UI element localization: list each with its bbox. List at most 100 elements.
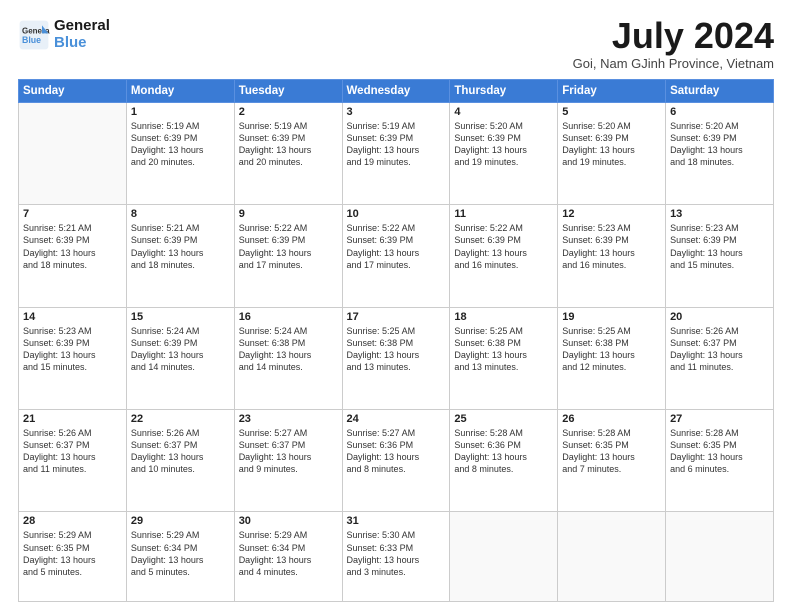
day-number: 25 <box>454 413 553 425</box>
day-number: 24 <box>347 413 446 425</box>
day-number: 9 <box>239 208 338 220</box>
day-info: Sunrise: 5:19 AMSunset: 6:39 PMDaylight:… <box>347 120 446 169</box>
day-info: Sunrise: 5:23 AMSunset: 6:39 PMDaylight:… <box>562 222 661 271</box>
calendar-cell: 26 Sunrise: 5:28 AMSunset: 6:35 PMDayligh… <box>558 410 666 512</box>
day-number: 30 <box>239 515 338 527</box>
weekday-header-monday: Monday <box>126 80 234 103</box>
day-number: 3 <box>347 106 446 118</box>
day-info: Sunrise: 5:25 AMSunset: 6:38 PMDaylight:… <box>347 325 446 374</box>
calendar-cell: 15 Sunrise: 5:24 AMSunset: 6:39 PMDayligh… <box>126 307 234 409</box>
calendar-cell: 9 Sunrise: 5:22 AMSunset: 6:39 PMDaylight… <box>234 205 342 307</box>
weekday-header-tuesday: Tuesday <box>234 80 342 103</box>
calendar-cell: 13 Sunrise: 5:23 AMSunset: 6:39 PMDayligh… <box>666 205 774 307</box>
day-number: 1 <box>131 106 230 118</box>
calendar-cell: 3 Sunrise: 5:19 AMSunset: 6:39 PMDaylight… <box>342 103 450 205</box>
title-block: July 2024 Goi, Nam GJinh Province, Vietn… <box>573 18 774 71</box>
day-info: Sunrise: 5:24 AMSunset: 6:39 PMDaylight:… <box>131 325 230 374</box>
header: General Blue General Blue July 2024 Goi,… <box>18 18 774 71</box>
calendar-week-5: 28 Sunrise: 5:29 AMSunset: 6:35 PMDayligh… <box>19 512 774 602</box>
calendar-cell: 10Sunrise: 5:22 AMSunset: 6:39 PMDayligh… <box>342 205 450 307</box>
page: General Blue General Blue July 2024 Goi,… <box>0 0 792 612</box>
calendar-week-4: 21 Sunrise: 5:26 AMSunset: 6:37 PMDayligh… <box>19 410 774 512</box>
day-number: 5 <box>562 106 661 118</box>
calendar-cell: 12 Sunrise: 5:23 AMSunset: 6:39 PMDayligh… <box>558 205 666 307</box>
logo-icon: General Blue <box>18 19 50 51</box>
day-info: Sunrise: 5:22 AMSunset: 6:39 PMDaylight:… <box>454 222 553 271</box>
day-info: Sunrise: 5:27 AMSunset: 6:37 PMDaylight:… <box>239 427 338 476</box>
calendar-cell <box>666 512 774 602</box>
day-number: 2 <box>239 106 338 118</box>
day-info: Sunrise: 5:19 AMSunset: 6:39 PMDaylight:… <box>131 120 230 169</box>
day-number: 15 <box>131 311 230 323</box>
day-info: Sunrise: 5:29 AMSunset: 6:34 PMDaylight:… <box>239 529 338 578</box>
calendar-cell: 14 Sunrise: 5:23 AMSunset: 6:39 PMDayligh… <box>19 307 127 409</box>
calendar-cell: 8 Sunrise: 5:21 AMSunset: 6:39 PMDaylight… <box>126 205 234 307</box>
calendar-cell: 30 Sunrise: 5:29 AMSunset: 6:34 PMDayligh… <box>234 512 342 602</box>
calendar-week-2: 7Sunrise: 5:21 AMSunset: 6:39 PMDaylight… <box>19 205 774 307</box>
month-title: July 2024 <box>573 18 774 54</box>
weekday-header-thursday: Thursday <box>450 80 558 103</box>
calendar-cell: 6Sunrise: 5:20 AMSunset: 6:39 PMDaylight… <box>666 103 774 205</box>
weekday-header-row: SundayMondayTuesdayWednesdayThursdayFrid… <box>19 80 774 103</box>
calendar-cell: 20Sunrise: 5:26 AMSunset: 6:37 PMDayligh… <box>666 307 774 409</box>
calendar-cell <box>558 512 666 602</box>
calendar-cell: 27Sunrise: 5:28 AMSunset: 6:35 PMDayligh… <box>666 410 774 512</box>
day-info: Sunrise: 5:20 AMSunset: 6:39 PMDaylight:… <box>562 120 661 169</box>
day-number: 12 <box>562 208 661 220</box>
logo: General Blue General Blue <box>18 18 110 51</box>
day-info: Sunrise: 5:26 AMSunset: 6:37 PMDaylight:… <box>131 427 230 476</box>
calendar-cell: 21 Sunrise: 5:26 AMSunset: 6:37 PMDayligh… <box>19 410 127 512</box>
day-info: Sunrise: 5:25 AMSunset: 6:38 PMDaylight:… <box>454 325 553 374</box>
day-number: 20 <box>670 311 769 323</box>
day-number: 27 <box>670 413 769 425</box>
day-number: 11 <box>454 208 553 220</box>
calendar-cell: 17Sunrise: 5:25 AMSunset: 6:38 PMDayligh… <box>342 307 450 409</box>
day-info: Sunrise: 5:27 AMSunset: 6:36 PMDaylight:… <box>347 427 446 476</box>
calendar-cell: 24 Sunrise: 5:27 AMSunset: 6:36 PMDayligh… <box>342 410 450 512</box>
day-number: 29 <box>131 515 230 527</box>
day-info: Sunrise: 5:29 AMSunset: 6:35 PMDaylight:… <box>23 529 122 578</box>
weekday-header-friday: Friday <box>558 80 666 103</box>
calendar-cell: 11 Sunrise: 5:22 AMSunset: 6:39 PMDayligh… <box>450 205 558 307</box>
calendar-cell: 28 Sunrise: 5:29 AMSunset: 6:35 PMDayligh… <box>19 512 127 602</box>
day-info: Sunrise: 5:20 AMSunset: 6:39 PMDaylight:… <box>670 120 769 169</box>
calendar-cell: 25 Sunrise: 5:28 AMSunset: 6:36 PMDayligh… <box>450 410 558 512</box>
day-number: 4 <box>454 106 553 118</box>
calendar-cell: 7Sunrise: 5:21 AMSunset: 6:39 PMDaylight… <box>19 205 127 307</box>
day-info: Sunrise: 5:21 AMSunset: 6:39 PMDaylight:… <box>131 222 230 271</box>
day-number: 14 <box>23 311 122 323</box>
day-info: Sunrise: 5:28 AMSunset: 6:35 PMDaylight:… <box>562 427 661 476</box>
day-info: Sunrise: 5:23 AMSunset: 6:39 PMDaylight:… <box>23 325 122 374</box>
day-info: Sunrise: 5:26 AMSunset: 6:37 PMDaylight:… <box>23 427 122 476</box>
calendar-cell: 31 Sunrise: 5:30 AMSunset: 6:33 PMDayligh… <box>342 512 450 602</box>
day-info: Sunrise: 5:23 AMSunset: 6:39 PMDaylight:… <box>670 222 769 271</box>
day-info: Sunrise: 5:24 AMSunset: 6:38 PMDaylight:… <box>239 325 338 374</box>
calendar-table: SundayMondayTuesdayWednesdayThursdayFrid… <box>18 79 774 602</box>
calendar-cell: 1 Sunrise: 5:19 AMSunset: 6:39 PMDaylight… <box>126 103 234 205</box>
day-number: 26 <box>562 413 661 425</box>
day-number: 21 <box>23 413 122 425</box>
day-info: Sunrise: 5:21 AMSunset: 6:39 PMDaylight:… <box>23 222 122 271</box>
day-info: Sunrise: 5:29 AMSunset: 6:34 PMDaylight:… <box>131 529 230 578</box>
day-info: Sunrise: 5:19 AMSunset: 6:39 PMDaylight:… <box>239 120 338 169</box>
day-info: Sunrise: 5:22 AMSunset: 6:39 PMDaylight:… <box>239 222 338 271</box>
calendar-cell: 5 Sunrise: 5:20 AMSunset: 6:39 PMDaylight… <box>558 103 666 205</box>
calendar-cell: 19Sunrise: 5:25 AMSunset: 6:38 PMDayligh… <box>558 307 666 409</box>
day-number: 28 <box>23 515 122 527</box>
day-number: 13 <box>670 208 769 220</box>
weekday-header-wednesday: Wednesday <box>342 80 450 103</box>
calendar-cell <box>19 103 127 205</box>
calendar-cell <box>450 512 558 602</box>
day-number: 22 <box>131 413 230 425</box>
day-number: 19 <box>562 311 661 323</box>
weekday-header-saturday: Saturday <box>666 80 774 103</box>
day-number: 10 <box>347 208 446 220</box>
day-info: Sunrise: 5:28 AMSunset: 6:36 PMDaylight:… <box>454 427 553 476</box>
day-number: 8 <box>131 208 230 220</box>
day-number: 31 <box>347 515 446 527</box>
location: Goi, Nam GJinh Province, Vietnam <box>573 56 774 71</box>
weekday-header-sunday: Sunday <box>19 80 127 103</box>
day-info: Sunrise: 5:30 AMSunset: 6:33 PMDaylight:… <box>347 529 446 578</box>
calendar-cell: 18Sunrise: 5:25 AMSunset: 6:38 PMDayligh… <box>450 307 558 409</box>
calendar-cell: 4Sunrise: 5:20 AMSunset: 6:39 PMDaylight… <box>450 103 558 205</box>
